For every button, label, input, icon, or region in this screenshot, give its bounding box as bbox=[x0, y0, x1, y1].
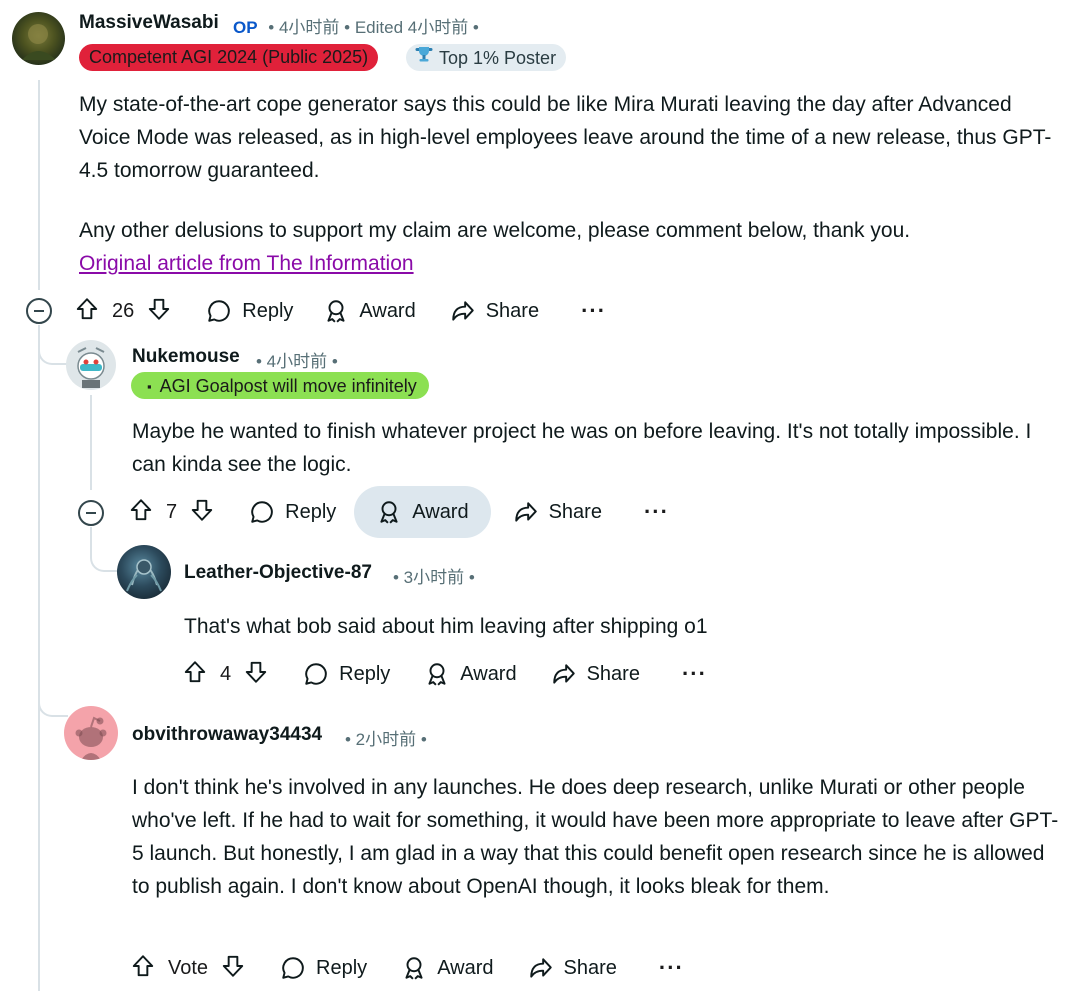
comment-body: My state-of-the-art cope generator says … bbox=[79, 88, 1064, 280]
award-button[interactable]: Award bbox=[412, 648, 528, 700]
trophy-icon bbox=[414, 44, 434, 72]
comment-paragraph: That's what bob said about him leaving a… bbox=[184, 615, 708, 638]
upvote-icon[interactable] bbox=[74, 296, 100, 327]
award-ribbon-icon bbox=[323, 298, 349, 324]
award-ribbon-icon bbox=[376, 499, 402, 525]
thread-line-main[interactable] bbox=[38, 80, 40, 290]
upvote-icon[interactable] bbox=[130, 953, 156, 984]
comment-actions: 7 Reply Award Share ··· bbox=[124, 486, 683, 538]
username[interactable]: Leather-Objective-87 bbox=[184, 562, 372, 584]
avatar[interactable] bbox=[117, 545, 171, 599]
more-options-button[interactable]: ··· bbox=[630, 486, 683, 538]
op-badge: OP bbox=[233, 18, 258, 37]
reply-button[interactable]: Reply bbox=[194, 285, 305, 337]
vote-group: Vote bbox=[126, 942, 246, 991]
reply-button[interactable]: Reply bbox=[237, 486, 348, 538]
downvote-icon[interactable] bbox=[146, 296, 172, 327]
share-button[interactable]: Share bbox=[501, 486, 614, 538]
thread-connector bbox=[38, 325, 68, 365]
speech-bubble-icon bbox=[206, 298, 232, 324]
more-options-button[interactable]: ··· bbox=[668, 648, 721, 700]
comment-actions: Vote Reply Award Share ··· bbox=[126, 942, 698, 991]
speech-bubble-icon bbox=[280, 955, 306, 981]
comment-actions: 26 Reply Award Share ··· bbox=[70, 285, 620, 337]
comment-body: Maybe he wanted to finish whatever proje… bbox=[132, 415, 1032, 481]
share-button[interactable]: Share bbox=[438, 285, 551, 337]
thread-connector bbox=[38, 690, 68, 717]
reply-button[interactable]: Reply bbox=[291, 648, 402, 700]
avatar[interactable] bbox=[12, 12, 65, 65]
share-arrow-icon bbox=[513, 499, 539, 525]
thread-connector bbox=[90, 527, 118, 572]
speech-bubble-icon bbox=[249, 499, 275, 525]
timestamp: • 3小时前 • bbox=[393, 568, 475, 587]
avatar[interactable] bbox=[64, 706, 118, 760]
vote-group: 26 bbox=[70, 285, 172, 337]
downvote-icon[interactable] bbox=[243, 659, 269, 690]
vote-count: Vote bbox=[168, 956, 209, 979]
timestamp: • 2小时前 • bbox=[345, 730, 427, 749]
downvote-icon[interactable] bbox=[189, 497, 215, 528]
upvote-icon[interactable] bbox=[182, 659, 208, 690]
collapse-button[interactable] bbox=[26, 298, 52, 324]
user-flair: ▪ AGI Goalpost will move infinitely bbox=[131, 372, 429, 399]
speech-bubble-icon bbox=[303, 661, 329, 687]
avatar[interactable] bbox=[66, 340, 116, 390]
share-button[interactable]: Share bbox=[516, 942, 629, 991]
downvote-icon[interactable] bbox=[220, 953, 246, 984]
comment-meta: OP • 4小时前 • Edited 4小时前 • bbox=[233, 13, 479, 38]
comment-actions: 4 Reply Award Share ··· bbox=[178, 648, 721, 700]
more-options-button[interactable]: ··· bbox=[567, 285, 620, 337]
comment-paragraph: I don't think he's involved in any launc… bbox=[132, 776, 1059, 898]
thread-line-nukemouse[interactable] bbox=[90, 395, 92, 490]
upvote-icon[interactable] bbox=[128, 497, 154, 528]
more-options-button[interactable]: ··· bbox=[645, 942, 698, 991]
comment-body: That's what bob said about him leaving a… bbox=[184, 610, 1044, 643]
article-link[interactable]: Original article from The Information bbox=[79, 252, 414, 275]
username[interactable]: obvithrowaway34434 bbox=[132, 724, 322, 746]
vote-count: 4 bbox=[220, 662, 232, 685]
share-arrow-icon bbox=[450, 298, 476, 324]
username[interactable]: Nukemouse bbox=[132, 346, 240, 368]
thread-connector bbox=[38, 325, 68, 991]
award-ribbon-icon bbox=[424, 661, 450, 687]
vote-group: 7 bbox=[124, 486, 215, 538]
timestamp: • 4小时前 • bbox=[256, 352, 338, 371]
comment-paragraph: Maybe he wanted to finish whatever proje… bbox=[132, 420, 1032, 476]
award-ribbon-icon bbox=[401, 955, 427, 981]
vote-count: 26 bbox=[112, 299, 135, 322]
comment-body: I don't think he's involved in any launc… bbox=[132, 771, 1067, 903]
vote-group: 4 bbox=[178, 648, 269, 700]
award-button[interactable]: Award bbox=[354, 486, 491, 538]
award-button[interactable]: Award bbox=[311, 285, 427, 337]
award-button[interactable]: Award bbox=[389, 942, 505, 991]
username[interactable]: MassiveWasabi bbox=[79, 12, 219, 34]
user-flair: Competent AGI 2024 (Public 2025) bbox=[79, 44, 379, 71]
reply-button[interactable]: Reply bbox=[268, 942, 379, 991]
comment-paragraph: Any other delusions to support my claim … bbox=[79, 219, 911, 242]
share-arrow-icon bbox=[551, 661, 577, 687]
vote-count: 7 bbox=[166, 500, 178, 523]
timestamp: • 4小时前 • Edited 4小时前 • bbox=[268, 18, 479, 37]
achievement-flair: Top 1% Poster bbox=[406, 44, 567, 72]
share-arrow-icon bbox=[528, 955, 554, 981]
comment-paragraph: My state-of-the-art cope generator says … bbox=[79, 93, 1052, 182]
share-button[interactable]: Share bbox=[539, 648, 652, 700]
collapse-button[interactable] bbox=[78, 500, 104, 526]
